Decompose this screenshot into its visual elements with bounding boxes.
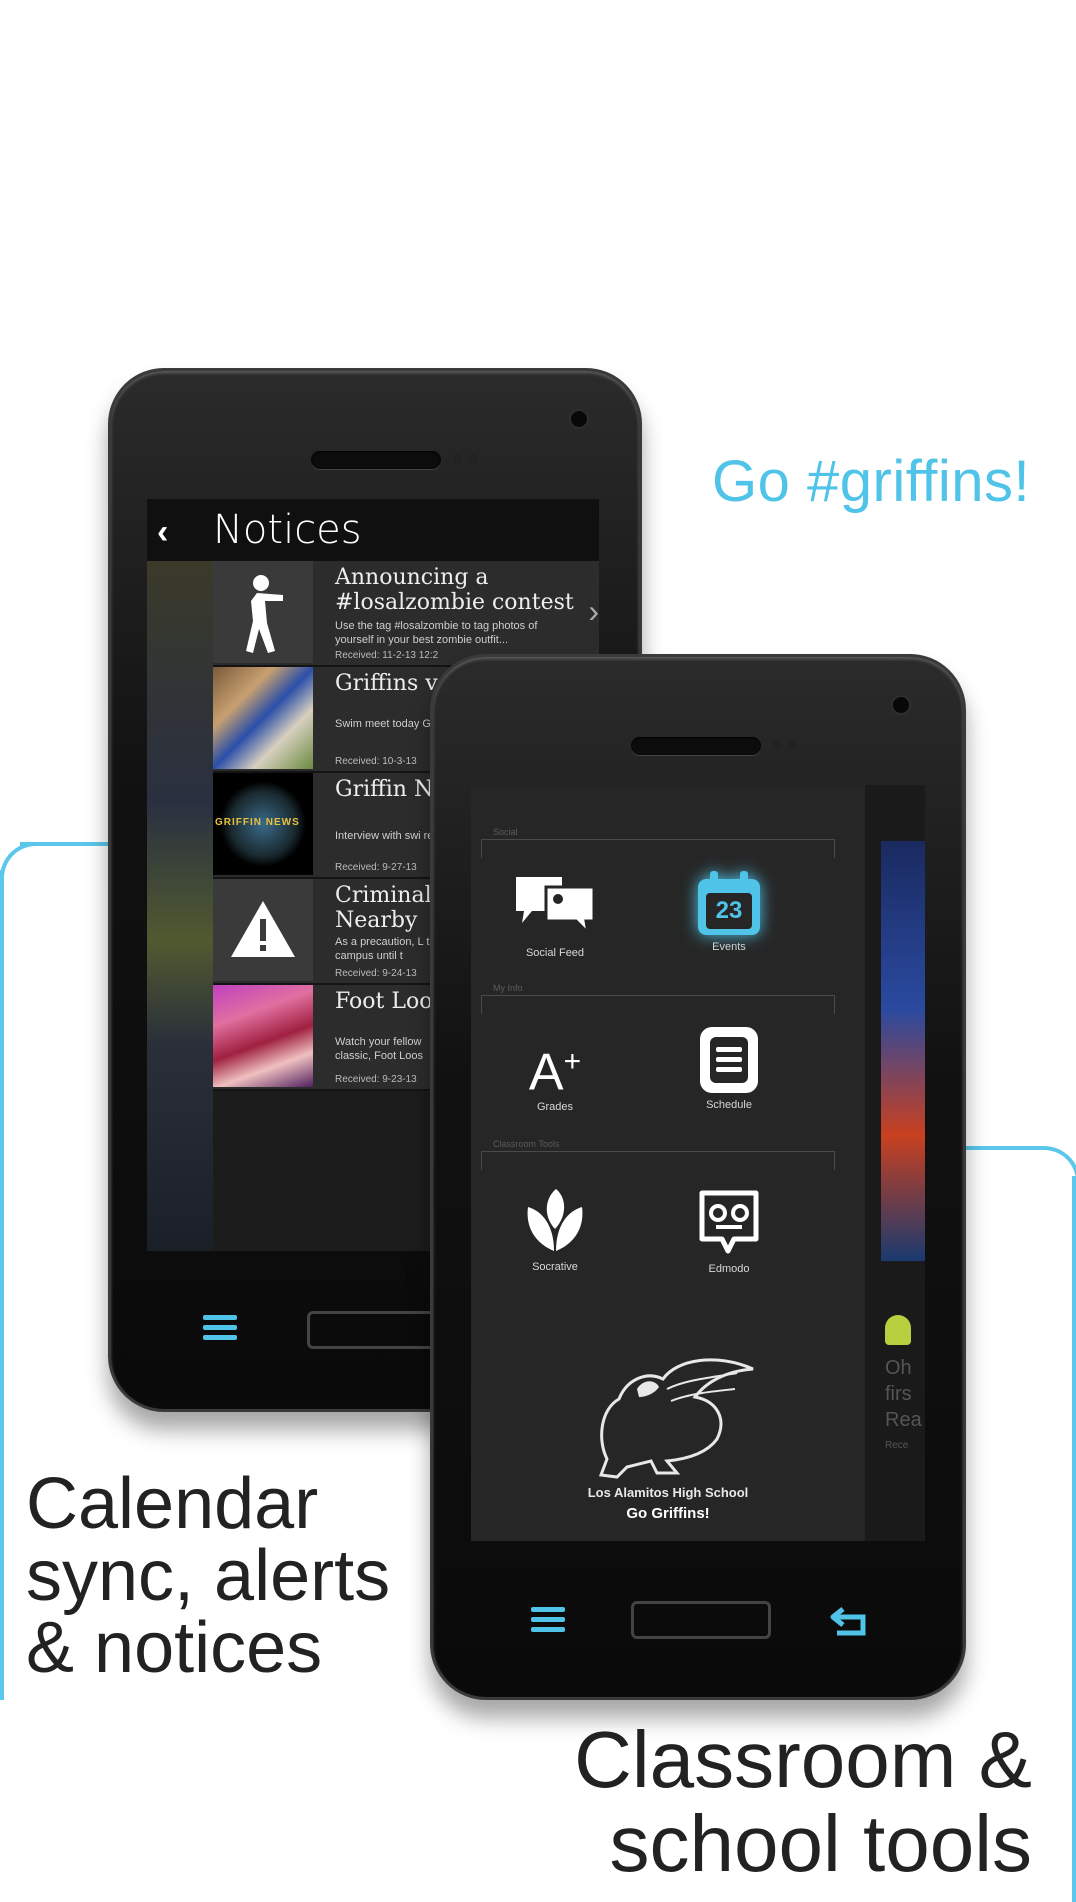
social-feed-tile[interactable]: Social Feed [485,871,625,959]
notice-item[interactable]: Announcing a #losalzombie contest Use th… [213,561,599,667]
notice-received: Received: 11-2-13 12:2 [335,650,439,661]
warning-icon [213,879,313,981]
edmodo-face-icon [699,1190,759,1254]
ghost-icon [885,1315,911,1345]
tile-label: Social Feed [525,947,585,959]
notice-title: Criminal Nearby [335,883,432,933]
background-photo-strip [147,561,213,1251]
griffin-news-logo-text: GRIFFIN NEWS [215,817,300,828]
back-phone-speaker [311,451,441,469]
notice-body: As a precaution, L the campus until t [335,936,442,962]
menu-icon[interactable] [531,1607,565,1633]
notice-title: Announcing a #losalzombie contest [335,565,574,615]
peek-photo [881,841,925,1261]
caption-classroom-tools: Classroom & school tools [574,1715,1032,1888]
tagline: Go #griffins! [712,449,1031,514]
tile-label: Schedule [706,1099,752,1111]
calendar-icon: 23 [698,871,760,935]
notice-body: Watch your fellow classic, Foot Loos [335,1036,424,1062]
tile-label: Grades [536,1101,574,1113]
caption-calendar-sync: Calendar sync, alerts & notices [26,1464,391,1688]
connector-line-left-corner [0,842,44,886]
front-phone-sensor-dots: ●● [771,731,802,756]
school-name: Los Alamitos High School [587,1485,749,1500]
grades-tile[interactable]: A+ Grades [485,1029,625,1113]
content-peek: Oh firs Rea Rece [865,785,925,1541]
section-label-my-info: My Info [493,983,523,993]
tile-label: Socrative [532,1261,578,1273]
notice-received: Received: 10-3-13 [335,756,417,767]
document-icon [700,1027,758,1093]
front-phone-speaker [631,737,761,755]
back-icon[interactable] [829,1605,869,1637]
dance-photo [213,985,313,1087]
home-button[interactable] [631,1601,771,1639]
tile-label: Events [712,941,746,953]
section-divider [481,1151,835,1170]
socrative-tile[interactable]: Socrative [485,1185,625,1273]
events-tile[interactable]: 23 Events [659,871,799,953]
griffin-logo [598,1358,754,1479]
connector-line-right-vertical [1072,1176,1076,1902]
front-phone-camera [891,695,911,715]
notice-received: Received: 9-24-13 [335,968,417,979]
chat-bubbles-icon [516,877,596,938]
chevron-right-icon[interactable]: › [588,593,599,630]
notices-title: Notices [213,507,362,553]
notice-received: Received: 9-23-13 [335,1074,417,1085]
menu-screen: Social Social Feed 23 Events My Info A+ … [471,785,925,1541]
grade-a-plus-icon: A+ [528,1043,582,1102]
section-divider [481,839,835,858]
app-menu-panel: Social Social Feed 23 Events My Info A+ … [471,785,865,1541]
peek-text: Oh firs Rea Rece [885,1357,922,1451]
zombie-icon [213,561,313,663]
section-label-social: Social [493,827,518,837]
notice-body: Use the tag #losalzombie to tag photos o… [335,620,538,646]
back-phone-camera [569,409,589,429]
connector-line-right-corner [1036,1146,1076,1190]
connector-line-left-vertical [0,870,4,1700]
menu-icon[interactable] [203,1315,237,1341]
calendar-day: 23 [715,897,743,924]
back-arrow-icon[interactable]: ‹ [157,513,168,552]
griffin-news-image: GRIFFIN NEWS [213,773,313,875]
schedule-tile[interactable]: Schedule [659,1025,799,1111]
school-slogan: Go Griffins! [626,1505,710,1522]
section-label-classroom-tools: Classroom Tools [493,1139,560,1149]
section-divider [481,995,835,1014]
mascot-photo [213,667,313,769]
leaf-icon [527,1189,583,1251]
notices-header: ‹ Notices [147,499,599,561]
back-phone-sensor-dots: ●● [451,445,482,470]
edmodo-tile[interactable]: Edmodo [659,1185,799,1275]
notice-received: Received: 9-27-13 [335,862,417,873]
tile-label: Edmodo [708,1263,750,1275]
front-phone: ●● Social Social Feed 23 Events My Info … [430,654,966,1700]
